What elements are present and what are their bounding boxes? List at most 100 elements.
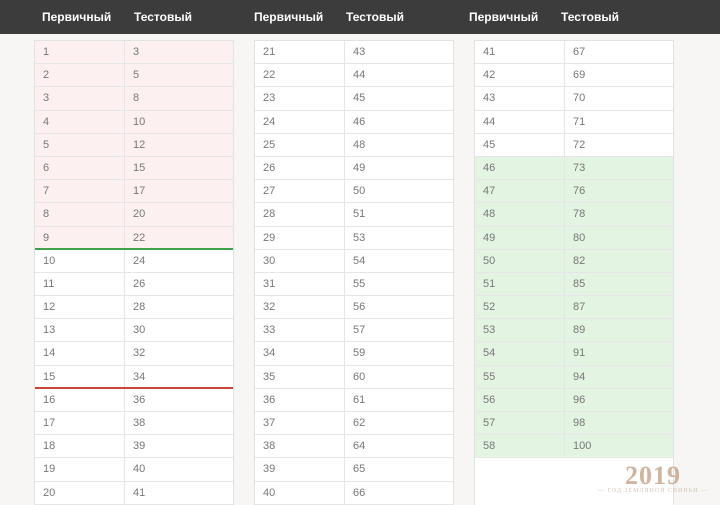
test-cell: 70	[565, 87, 673, 109]
table-row: 4878	[475, 203, 673, 226]
table-row: 3661	[255, 389, 453, 412]
primary-cell: 36	[255, 389, 345, 411]
table-row: 717	[35, 180, 233, 203]
primary-cell: 39	[255, 458, 345, 480]
test-cell: 50	[345, 180, 453, 202]
primary-cell: 18	[35, 435, 125, 457]
primary-cell: 46	[475, 157, 565, 179]
test-cell: 44	[345, 64, 453, 86]
table-row: 3560	[255, 366, 453, 389]
primary-cell: 8	[35, 203, 125, 225]
table-row: 2548	[255, 134, 453, 157]
test-cell: 38	[125, 412, 233, 434]
test-cell: 48	[345, 134, 453, 156]
table-row: 922	[35, 227, 233, 250]
header-primary-2: Первичный	[254, 10, 346, 24]
watermark-year: 2019	[598, 461, 708, 491]
header-bar: Первичный Тестовый Первичный Тестовый Пе…	[0, 0, 720, 34]
table-row: 1738	[35, 412, 233, 435]
table-row: 25	[35, 64, 233, 87]
test-cell: 40	[125, 458, 233, 480]
table-row: 4269	[475, 64, 673, 87]
table-row: 820	[35, 203, 233, 226]
table-row: 3762	[255, 412, 453, 435]
test-cell: 36	[125, 389, 233, 411]
test-cell: 24	[125, 250, 233, 272]
test-cell: 100	[565, 435, 673, 457]
test-cell: 89	[565, 319, 673, 341]
table-row: 2851	[255, 203, 453, 226]
primary-cell: 38	[255, 435, 345, 457]
table-row: 3155	[255, 273, 453, 296]
watermark: 2019 — ГОД ЗЕМЛЯНОЙ СВИНЬИ —	[598, 461, 708, 494]
score-table-3: 4167426943704471457246734776487849805082…	[474, 40, 674, 505]
primary-cell: 50	[475, 250, 565, 272]
table-row: 1636	[35, 389, 233, 412]
test-cell: 78	[565, 203, 673, 225]
test-cell: 56	[345, 296, 453, 318]
test-cell: 51	[345, 203, 453, 225]
primary-cell: 33	[255, 319, 345, 341]
primary-cell: 30	[255, 250, 345, 272]
test-cell: 43	[345, 41, 453, 63]
test-cell: 41	[125, 482, 233, 504]
test-cell: 57	[345, 319, 453, 341]
test-cell: 85	[565, 273, 673, 295]
test-cell: 98	[565, 412, 673, 434]
primary-cell: 16	[35, 389, 125, 411]
table-row: 1432	[35, 342, 233, 365]
primary-cell: 35	[255, 366, 345, 388]
test-cell: 30	[125, 319, 233, 341]
primary-cell: 41	[475, 41, 565, 63]
watermark-subtitle: — ГОД ЗЕМЛЯНОЙ СВИНЬИ —	[598, 488, 708, 494]
table-row: 512	[35, 134, 233, 157]
primary-cell: 1	[35, 41, 125, 63]
test-cell: 69	[565, 64, 673, 86]
test-cell: 87	[565, 296, 673, 318]
table-row: 5491	[475, 342, 673, 365]
test-cell: 49	[345, 157, 453, 179]
primary-cell: 28	[255, 203, 345, 225]
primary-cell: 21	[255, 41, 345, 63]
table-row: 2750	[255, 180, 453, 203]
header-primary-3: Первичный	[469, 10, 561, 24]
tables-container: 1325384105126157178209221024112612281330…	[0, 34, 720, 505]
test-cell: 10	[125, 111, 233, 133]
table-row: 3965	[255, 458, 453, 481]
primary-cell: 54	[475, 342, 565, 364]
primary-cell: 25	[255, 134, 345, 156]
table-row: 1024	[35, 250, 233, 273]
primary-cell: 47	[475, 180, 565, 202]
table-row: 5594	[475, 366, 673, 389]
score-table-2: 2143224423452446254826492750285129533054…	[254, 40, 454, 505]
test-cell: 20	[125, 203, 233, 225]
primary-cell: 13	[35, 319, 125, 341]
test-cell: 5	[125, 64, 233, 86]
primary-cell: 12	[35, 296, 125, 318]
table-row: 4471	[475, 111, 673, 134]
table-row: 5287	[475, 296, 673, 319]
table-row: 1126	[35, 273, 233, 296]
table-row: 4370	[475, 87, 673, 110]
test-cell: 8	[125, 87, 233, 109]
test-cell: 67	[565, 41, 673, 63]
test-cell: 28	[125, 296, 233, 318]
table-row: 13	[35, 41, 233, 64]
primary-cell: 3	[35, 87, 125, 109]
primary-cell: 10	[35, 250, 125, 272]
primary-cell: 34	[255, 342, 345, 364]
primary-cell: 31	[255, 273, 345, 295]
test-cell: 55	[345, 273, 453, 295]
primary-cell: 22	[255, 64, 345, 86]
test-cell: 61	[345, 389, 453, 411]
primary-cell: 5	[35, 134, 125, 156]
primary-cell: 57	[475, 412, 565, 434]
table-row: 4066	[255, 482, 453, 505]
primary-cell: 51	[475, 273, 565, 295]
table-row: 2143	[255, 41, 453, 64]
header-test-1: Тестовый	[134, 10, 192, 24]
primary-cell: 55	[475, 366, 565, 388]
header-group-3: Первичный Тестовый	[469, 10, 619, 24]
table-row: 3054	[255, 250, 453, 273]
table-row: 4673	[475, 157, 673, 180]
